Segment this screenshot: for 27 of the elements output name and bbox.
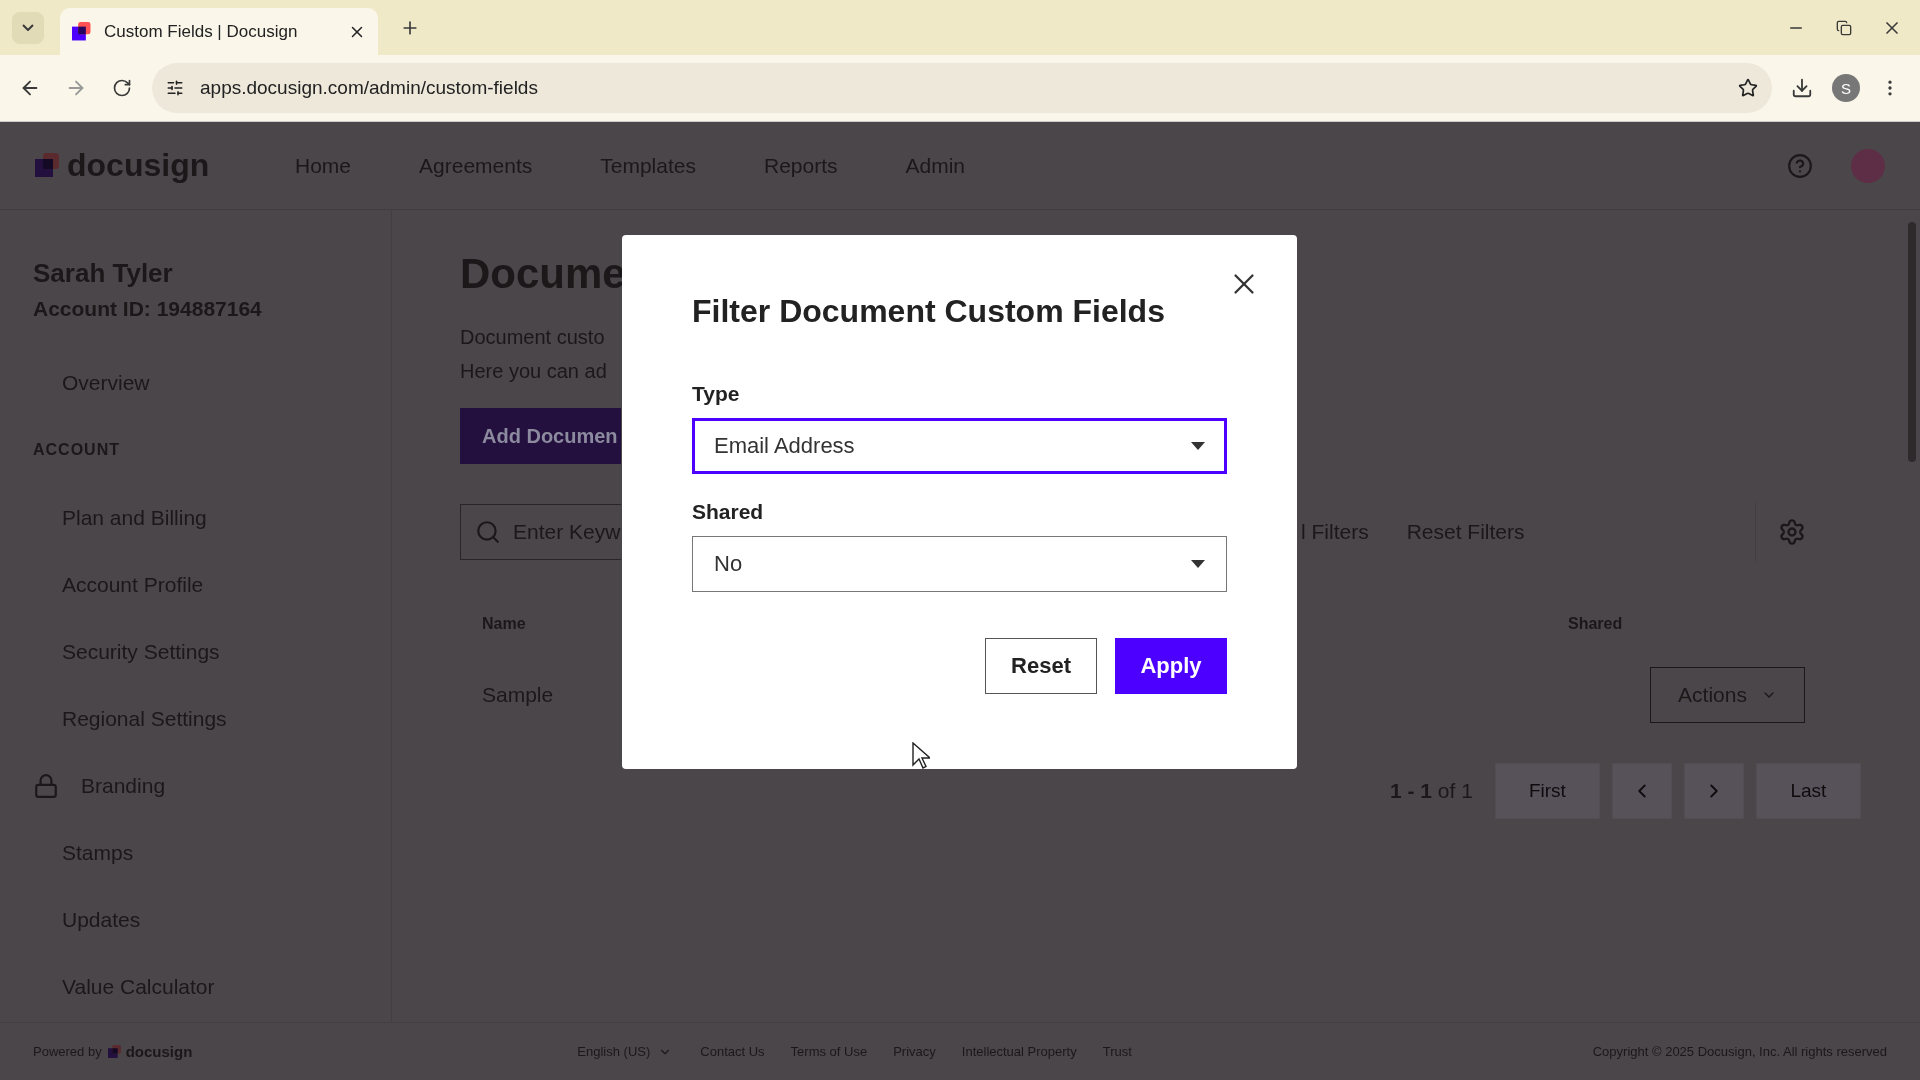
field-label: Shared xyxy=(692,500,765,524)
tab-list-button[interactable] xyxy=(12,11,44,44)
chevron-icon xyxy=(22,24,34,31)
field-label: Type xyxy=(692,382,741,406)
reset-button[interactable]: Reset xyxy=(985,638,1097,694)
bookmark-star-icon[interactable] xyxy=(1738,78,1758,98)
caret-icon xyxy=(1191,442,1205,450)
caret-icon xyxy=(1191,560,1205,568)
profile-avatar[interactable]: S xyxy=(1832,74,1860,102)
logo-icon xyxy=(35,152,61,179)
select-field[interactable]: Email Address xyxy=(692,418,1227,474)
download-icon[interactable] xyxy=(1791,77,1813,99)
browser-tab[interactable]: Custom Fields | Docusign xyxy=(60,8,378,55)
reload-icon[interactable] xyxy=(112,78,132,98)
restore-icon[interactable] xyxy=(1836,19,1852,36)
apply-button[interactable]: Apply xyxy=(1115,638,1227,694)
select-field[interactable]: No xyxy=(692,536,1227,592)
scrollbar-thumb[interactable] xyxy=(1908,222,1916,462)
dialog-title: Filter Document Custom Fields xyxy=(692,293,1166,330)
favicon-icon xyxy=(72,21,92,42)
lock-icon xyxy=(33,772,59,799)
address-bar[interactable]: apps.docusign.com/admin/custom-fields xyxy=(152,63,1772,113)
tab-title: Custom Fields | Docusign xyxy=(104,21,299,42)
search-icon xyxy=(475,519,501,545)
add-button[interactable]: Add Documen xyxy=(460,408,621,464)
site-info-icon[interactable] xyxy=(166,79,184,97)
footer-logo-icon xyxy=(107,1044,122,1059)
